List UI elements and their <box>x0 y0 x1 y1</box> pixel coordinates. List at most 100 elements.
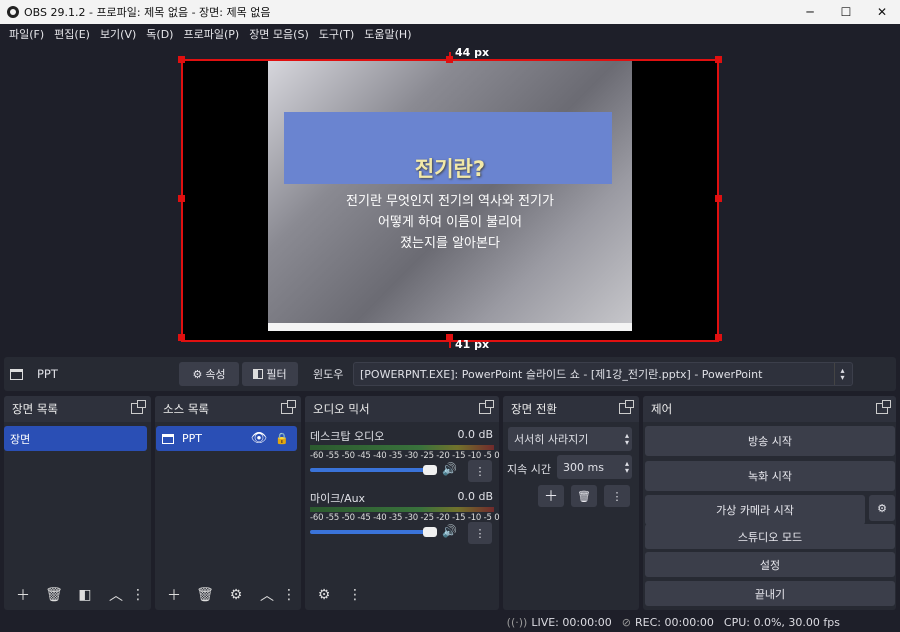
menu-file[interactable]: 파일(F) <box>4 26 49 42</box>
updown-arrows-icon: ▴ ▾ <box>624 431 629 447</box>
transition-type-value: 서서히 사라지기 <box>514 433 589 446</box>
maximize-button[interactable]: ☐ <box>828 0 864 24</box>
undock-icon[interactable] <box>131 400 146 414</box>
chevron-up-icon[interactable]: ︿ <box>103 584 129 606</box>
undock-icon[interactable] <box>619 400 634 414</box>
studio-mode-button[interactable]: 스튜디오 모드 <box>645 524 895 549</box>
lock-icon[interactable]: 🔒 <box>275 432 289 445</box>
window-title: OBS 29.1.2 - 프로파일: 제목 없음 - 장면: 제목 없음 <box>24 6 271 19</box>
chevron-up-icon[interactable]: ︿ <box>254 584 280 606</box>
virtual-camera-settings-gear-icon[interactable]: ⚙ <box>869 495 895 521</box>
transitions-dock: 장면 전환 서서히 사라지기 ▴ ▾ 지속 시간 300 ms ▴ ▾ ＋ 🗑 ⋮ <box>503 396 639 610</box>
speaker-icon[interactable]: 🔊 <box>442 462 457 476</box>
channel-menu-button[interactable]: ⋮ <box>468 460 492 482</box>
window-select[interactable]: [POWERPNT.EXE]: PowerPoint 슬라이드 쇼 - [제1강… <box>353 362 853 386</box>
resize-handle[interactable] <box>446 334 453 341</box>
menu-scene-collection[interactable]: 장면 모음(S) <box>244 26 314 42</box>
menu-profile[interactable]: 프로파일(P) <box>178 26 244 42</box>
volume-slider[interactable] <box>310 468 436 472</box>
updown-arrows-icon: ▴ ▾ <box>834 363 850 385</box>
scenes-toolbar: ＋ 🗑 ◧ ︿ ⋮ <box>4 584 145 606</box>
volume-slider-knob[interactable] <box>423 527 437 537</box>
obs-logo-icon <box>7 6 19 18</box>
resize-handle[interactable] <box>178 195 185 202</box>
add-icon[interactable]: ＋ <box>10 584 36 606</box>
transition-properties-button[interactable]: ⋮ <box>604 485 630 507</box>
filter-icon <box>253 369 264 379</box>
mixer-toolbar: ⚙ ⋮ <box>305 584 368 606</box>
menu-view[interactable]: 보기(V) <box>95 26 141 42</box>
menu-help[interactable]: 도움말(H) <box>359 26 416 42</box>
window-source-icon <box>162 433 174 444</box>
duration-value: 300 ms <box>563 460 604 474</box>
gear-icon: ⚙ <box>192 367 203 381</box>
controls-title-label: 제어 <box>651 402 673 416</box>
resize-handle[interactable] <box>446 56 453 63</box>
trash-icon[interactable]: 🗑 <box>192 584 218 606</box>
channel-menu-button[interactable]: ⋮ <box>468 522 492 544</box>
properties-button[interactable]: ⚙ 속성 <box>179 362 239 386</box>
source-item-label: PPT <box>182 432 202 445</box>
source-toolbar: PPT ⚙ 속성 필터 윈도우 [POWERPNT.EXE]: PowerPoi… <box>4 357 896 391</box>
more-vertical-icon[interactable]: ⋮ <box>282 584 296 606</box>
add-transition-button[interactable]: ＋ <box>538 485 564 507</box>
gear-icon[interactable]: ⚙ <box>223 584 249 606</box>
window-label: 윈도우 <box>313 368 344 381</box>
eye-icon[interactable]: 👁 <box>251 431 268 446</box>
settings-button[interactable]: 설정 <box>645 552 895 577</box>
trash-icon[interactable]: 🗑 <box>41 584 67 606</box>
resize-handle[interactable] <box>715 334 722 341</box>
start-virtual-camera-button[interactable]: 가상 카메라 시작 <box>645 495 865 525</box>
more-vertical-icon[interactable]: ⋮ <box>342 584 368 606</box>
scenes-title-label: 장면 목록 <box>12 402 58 416</box>
source-bounding-box[interactable] <box>181 59 719 342</box>
undock-icon[interactable] <box>479 400 494 414</box>
transitions-title: 장면 전환 <box>503 396 639 422</box>
mixer-title-label: 오디오 믹서 <box>313 402 370 416</box>
cpu-fps: CPU: 0.0%, 30.00 fps <box>723 615 840 629</box>
start-recording-button[interactable]: 녹화 시작 <box>645 461 895 491</box>
top-distance-label: 44 px <box>455 46 490 59</box>
speaker-icon[interactable]: 🔊 <box>442 524 457 538</box>
window-select-value: [POWERPNT.EXE]: PowerPoint 슬라이드 쇼 - [제1강… <box>360 368 763 381</box>
filters-button[interactable]: 필터 <box>242 362 298 386</box>
add-icon[interactable]: ＋ <box>161 584 187 606</box>
menu-docks[interactable]: 독(D) <box>141 26 178 42</box>
window-source-icon <box>10 368 23 380</box>
more-vertical-icon[interactable]: ⋮ <box>131 584 145 606</box>
source-list-item[interactable]: PPT 👁 🔒 <box>156 426 297 451</box>
resize-handle[interactable] <box>715 195 722 202</box>
preview-area[interactable]: 전기란? 전기란 무엇인지 전기의 역사와 전기가 어떻게 하여 이름이 불리어… <box>0 44 900 354</box>
sources-title-label: 소스 목록 <box>163 402 209 416</box>
sources-dock-title: 소스 목록 <box>155 396 301 422</box>
start-streaming-button[interactable]: 방송 시작 <box>645 426 895 456</box>
scene-list-item[interactable]: 장면 <box>4 426 147 451</box>
sources-dock: 소스 목록 PPT 👁 🔒 ＋ 🗑 ⚙ ︿ ⋮ <box>155 396 301 610</box>
resize-handle[interactable] <box>715 56 722 63</box>
menu-edit[interactable]: 편집(E) <box>49 26 95 42</box>
resize-handle[interactable] <box>178 56 185 63</box>
scenes-dock: 장면 목록 장면 ＋ 🗑 ◧ ︿ ⋮ <box>4 396 151 610</box>
filter-icon[interactable]: ◧ <box>72 584 98 606</box>
duration-label: 지속 시간 <box>507 463 551 476</box>
advanced-audio-gear-icon[interactable]: ⚙ <box>311 584 337 606</box>
channel-name: 데스크탑 오디오 <box>310 430 385 443</box>
transitions-title-label: 장면 전환 <box>511 402 557 416</box>
exit-button[interactable]: 끝내기 <box>645 581 895 606</box>
volume-meter <box>310 507 494 512</box>
volume-slider[interactable] <box>310 530 436 534</box>
close-button[interactable]: ✕ <box>864 0 900 24</box>
resize-handle[interactable] <box>178 334 185 341</box>
menu-tools[interactable]: 도구(T) <box>314 26 360 42</box>
bottom-distance-line <box>449 340 451 348</box>
minimize-button[interactable]: ─ <box>792 0 828 24</box>
live-time: LIVE: 00:00:00 <box>531 615 612 629</box>
undock-icon[interactable] <box>876 400 891 414</box>
transition-select[interactable]: 서서히 사라지기 ▴ ▾ <box>508 427 632 451</box>
volume-slider-knob[interactable] <box>423 465 437 475</box>
scene-item-label: 장면 <box>10 432 31 446</box>
bottom-distance-label: 41 px <box>455 338 490 351</box>
remove-transition-button[interactable]: 🗑 <box>571 485 597 507</box>
undock-icon[interactable] <box>281 400 296 414</box>
duration-spinbox[interactable]: 300 ms ▴ ▾ <box>557 455 632 479</box>
